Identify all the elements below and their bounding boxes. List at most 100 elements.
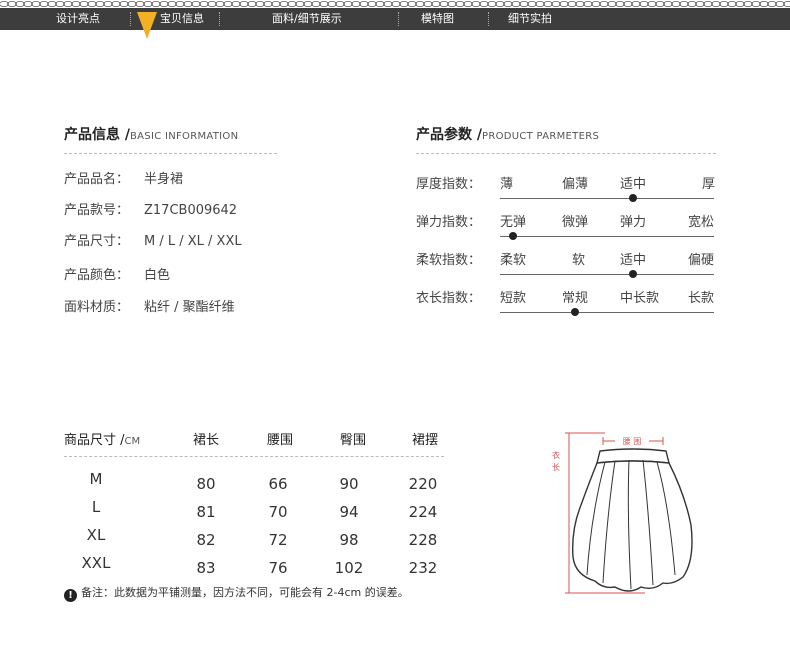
param-option: 常规 [562,291,589,306]
param-option: 弹力 [620,215,647,230]
length-label-2: 长 [552,462,560,472]
param-scale-line [500,312,714,313]
size-cell: L [91,498,101,516]
param-option: 微弹 [562,215,589,230]
nav-item-design-highlights[interactable]: 设计亮点 [56,8,100,30]
table-cell: 66 [268,475,288,493]
waist-label: 腰 围 [623,437,642,446]
table-cell: 70 [268,503,288,521]
size-cell: XL [86,526,106,544]
param-option: 中长款 [620,291,660,306]
basic-info-title: 产品信息 / [64,127,130,143]
table-cell: 90 [339,475,359,493]
nav-item-detail-photos[interactable]: 细节实拍 [508,8,552,30]
length-label-1: 衣 [552,450,560,460]
size-table-unit: CM [124,436,141,447]
column-header-waist: 腰围 [267,433,294,448]
info-value: 半身裙 [144,172,184,187]
table-cell: 72 [268,531,288,549]
info-value: 粘纤 / 聚酯纤维 [144,300,235,315]
param-option: 薄 [500,177,514,192]
param-option: 适中 [620,253,647,268]
info-row-name: 产品品名： 半身裙 [64,168,183,187]
divider [64,456,444,457]
info-row-sizes: 产品尺寸： M / L / XL / XXL [64,230,242,249]
table-cell: 83 [196,559,216,577]
nav-separator [219,12,220,26]
table-cell: 94 [339,503,359,521]
table-cell: 228 [408,531,438,549]
param-option: 无弹 [500,215,527,230]
param-row-thickness: 厚度指数： 薄 偏薄 适中 厚 [416,173,716,203]
size-cell: XXL [81,554,111,572]
param-option: 适中 [620,177,647,192]
basic-info-subtitle: BASIC INFORMATION [130,131,239,142]
nav-item-product-info[interactable]: 宝贝信息 [160,8,204,30]
info-label: 产品颜色： [64,268,130,283]
table-cell: 98 [339,531,359,549]
nav-separator [130,12,131,26]
top-navigation: 设计亮点 宝贝信息 面料/细节展示 模特图 细节实拍 [0,8,790,30]
param-scale-line [500,274,714,275]
param-indicator-dot [629,194,637,202]
param-row-softness: 柔软指数： 柔软 软 适中 偏硬 [416,249,716,279]
param-row-length: 衣长指数： 短款 常规 中长款 长款 [416,287,716,317]
nav-separator [398,12,399,26]
param-label: 衣长指数： [416,291,482,306]
info-label: 产品尺寸： [64,234,130,249]
info-label: 面料材质： [64,300,130,315]
product-params-heading: 产品参数 /PRODUCT PARMETERS [416,124,599,144]
nav-item-model-photos[interactable]: 模特图 [421,8,454,30]
table-cell: 76 [268,559,288,577]
note-text: 备注：此数据为平铺测量，因方法不同，可能会有 2-4cm 的误差。 [81,586,409,599]
column-header-hip: 臀围 [340,433,367,448]
param-indicator-dot [629,270,637,278]
skirt-measurement-diagram: 腰 围 衣 长 [552,432,693,594]
param-option: 长款 [688,291,715,306]
size-table-header-label: 商品尺寸 /CM [64,429,140,448]
measurement-note: ! 备注：此数据为平铺测量，因方法不同，可能会有 2-4cm 的误差。 [64,584,409,602]
divider [64,153,277,154]
nav-separator [488,12,489,26]
table-cell: 82 [196,531,216,549]
decorative-chain-border [0,1,790,7]
table-cell: 80 [196,475,216,493]
table-cell: 81 [196,503,216,521]
size-table-title: 商品尺寸 / [64,433,125,448]
active-nav-marker [137,12,157,39]
skirt-body [571,460,693,592]
size-cell: M [89,470,103,488]
info-label: 产品品名： [64,172,130,187]
info-label: 产品款号： [64,203,130,218]
param-option: 短款 [500,291,527,306]
product-params-title: 产品参数 / [416,127,482,143]
table-cell: 224 [408,503,438,521]
param-label: 柔软指数： [416,253,482,268]
exclamation-icon: ! [64,589,77,602]
column-header-hem: 裙摆 [412,433,439,448]
table-cell: 220 [408,475,438,493]
param-option: 软 [572,253,586,268]
param-indicator-dot [509,232,517,240]
param-option: 柔软 [500,253,527,268]
param-option: 厚 [702,177,716,192]
param-scale-line [500,236,714,237]
param-indicator-dot [571,308,579,316]
info-row-color: 产品颜色： 白色 [64,264,170,283]
table-cell: 232 [408,559,438,577]
info-value: Z17CB009642 [144,203,238,218]
param-option: 宽松 [688,215,715,230]
param-option: 偏薄 [562,177,589,192]
divider [416,153,716,154]
basic-info-heading: 产品信息 /BASIC INFORMATION [64,124,238,144]
info-value: 白色 [144,268,171,283]
column-header-length: 裙长 [193,433,220,448]
param-label: 厚度指数： [416,177,482,192]
info-row-style-number: 产品款号： Z17CB009642 [64,199,237,218]
info-row-material: 面料材质： 粘纤 / 聚酯纤维 [64,296,235,315]
info-value: M / L / XL / XXL [144,234,242,249]
table-cell: 102 [334,559,364,577]
nav-item-fabric-details[interactable]: 面料/细节展示 [272,8,342,30]
param-scale-line [500,198,714,199]
param-label: 弹力指数： [416,215,482,230]
